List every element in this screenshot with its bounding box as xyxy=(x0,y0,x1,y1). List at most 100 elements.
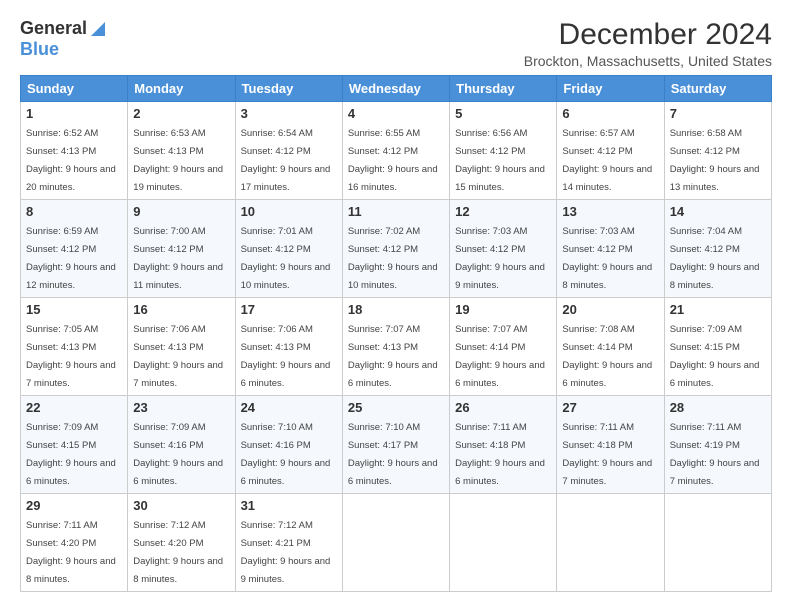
day-number: 31 xyxy=(241,498,337,513)
day-number: 17 xyxy=(241,302,337,317)
day-number: 26 xyxy=(455,400,551,415)
calendar-header-sunday: Sunday xyxy=(21,76,128,102)
day-info: Sunrise: 6:54 AMSunset: 4:12 PMDaylight:… xyxy=(241,128,331,193)
calendar-cell: 26 Sunrise: 7:11 AMSunset: 4:18 PMDaylig… xyxy=(450,396,557,494)
calendar-cell: 31 Sunrise: 7:12 AMSunset: 4:21 PMDaylig… xyxy=(235,494,342,592)
logo-text-general: General xyxy=(20,18,87,39)
calendar-header-thursday: Thursday xyxy=(450,76,557,102)
calendar-cell: 24 Sunrise: 7:10 AMSunset: 4:16 PMDaylig… xyxy=(235,396,342,494)
logo: General Blue xyxy=(20,18,107,60)
calendar-week-2: 8 Sunrise: 6:59 AMSunset: 4:12 PMDayligh… xyxy=(21,200,772,298)
calendar-cell: 27 Sunrise: 7:11 AMSunset: 4:18 PMDaylig… xyxy=(557,396,664,494)
day-number: 22 xyxy=(26,400,122,415)
day-info: Sunrise: 7:06 AMSunset: 4:13 PMDaylight:… xyxy=(241,324,331,389)
day-number: 15 xyxy=(26,302,122,317)
day-info: Sunrise: 6:56 AMSunset: 4:12 PMDaylight:… xyxy=(455,128,545,193)
day-number: 19 xyxy=(455,302,551,317)
day-info: Sunrise: 7:03 AMSunset: 4:12 PMDaylight:… xyxy=(455,226,545,291)
day-info: Sunrise: 7:12 AMSunset: 4:21 PMDaylight:… xyxy=(241,520,331,585)
calendar-header-row: SundayMondayTuesdayWednesdayThursdayFrid… xyxy=(21,76,772,102)
day-number: 14 xyxy=(670,204,766,219)
calendar-cell: 9 Sunrise: 7:00 AMSunset: 4:12 PMDayligh… xyxy=(128,200,235,298)
day-number: 30 xyxy=(133,498,229,513)
calendar-cell: 5 Sunrise: 6:56 AMSunset: 4:12 PMDayligh… xyxy=(450,102,557,200)
day-number: 29 xyxy=(26,498,122,513)
day-info: Sunrise: 7:12 AMSunset: 4:20 PMDaylight:… xyxy=(133,520,223,585)
calendar-week-5: 29 Sunrise: 7:11 AMSunset: 4:20 PMDaylig… xyxy=(21,494,772,592)
day-info: Sunrise: 7:09 AMSunset: 4:16 PMDaylight:… xyxy=(133,422,223,487)
day-info: Sunrise: 6:53 AMSunset: 4:13 PMDaylight:… xyxy=(133,128,223,193)
calendar-table: SundayMondayTuesdayWednesdayThursdayFrid… xyxy=(20,75,772,592)
page-title: December 2024 xyxy=(524,18,772,51)
calendar-cell: 28 Sunrise: 7:11 AMSunset: 4:19 PMDaylig… xyxy=(664,396,771,494)
calendar-header-wednesday: Wednesday xyxy=(342,76,449,102)
day-number: 27 xyxy=(562,400,658,415)
day-number: 16 xyxy=(133,302,229,317)
day-info: Sunrise: 6:52 AMSunset: 4:13 PMDaylight:… xyxy=(26,128,116,193)
calendar-cell: 19 Sunrise: 7:07 AMSunset: 4:14 PMDaylig… xyxy=(450,298,557,396)
page-container: General Blue December 2024 Brockton, Mas… xyxy=(0,0,792,602)
calendar-cell: 2 Sunrise: 6:53 AMSunset: 4:13 PMDayligh… xyxy=(128,102,235,200)
day-number: 24 xyxy=(241,400,337,415)
day-number: 8 xyxy=(26,204,122,219)
calendar-cell: 23 Sunrise: 7:09 AMSunset: 4:16 PMDaylig… xyxy=(128,396,235,494)
calendar-cell: 18 Sunrise: 7:07 AMSunset: 4:13 PMDaylig… xyxy=(342,298,449,396)
day-number: 2 xyxy=(133,106,229,121)
day-info: Sunrise: 7:03 AMSunset: 4:12 PMDaylight:… xyxy=(562,226,652,291)
page-subtitle: Brockton, Massachusetts, United States xyxy=(524,53,772,69)
calendar-cell: 20 Sunrise: 7:08 AMSunset: 4:14 PMDaylig… xyxy=(557,298,664,396)
day-number: 20 xyxy=(562,302,658,317)
day-number: 23 xyxy=(133,400,229,415)
day-number: 1 xyxy=(26,106,122,121)
calendar-cell xyxy=(342,494,449,592)
day-info: Sunrise: 7:05 AMSunset: 4:13 PMDaylight:… xyxy=(26,324,116,389)
calendar-cell: 15 Sunrise: 7:05 AMSunset: 4:13 PMDaylig… xyxy=(21,298,128,396)
calendar-cell: 14 Sunrise: 7:04 AMSunset: 4:12 PMDaylig… xyxy=(664,200,771,298)
day-info: Sunrise: 7:09 AMSunset: 4:15 PMDaylight:… xyxy=(26,422,116,487)
day-info: Sunrise: 6:57 AMSunset: 4:12 PMDaylight:… xyxy=(562,128,652,193)
day-number: 18 xyxy=(348,302,444,317)
day-number: 28 xyxy=(670,400,766,415)
day-info: Sunrise: 7:00 AMSunset: 4:12 PMDaylight:… xyxy=(133,226,223,291)
logo-triangle-icon xyxy=(89,20,107,38)
calendar-header-saturday: Saturday xyxy=(664,76,771,102)
day-info: Sunrise: 6:55 AMSunset: 4:12 PMDaylight:… xyxy=(348,128,438,193)
day-number: 7 xyxy=(670,106,766,121)
calendar-cell: 29 Sunrise: 7:11 AMSunset: 4:20 PMDaylig… xyxy=(21,494,128,592)
day-info: Sunrise: 6:59 AMSunset: 4:12 PMDaylight:… xyxy=(26,226,116,291)
calendar-cell: 7 Sunrise: 6:58 AMSunset: 4:12 PMDayligh… xyxy=(664,102,771,200)
day-info: Sunrise: 7:01 AMSunset: 4:12 PMDaylight:… xyxy=(241,226,331,291)
calendar-cell: 22 Sunrise: 7:09 AMSunset: 4:15 PMDaylig… xyxy=(21,396,128,494)
day-info: Sunrise: 7:11 AMSunset: 4:19 PMDaylight:… xyxy=(670,422,760,487)
day-number: 13 xyxy=(562,204,658,219)
calendar-header-tuesday: Tuesday xyxy=(235,76,342,102)
day-info: Sunrise: 7:10 AMSunset: 4:16 PMDaylight:… xyxy=(241,422,331,487)
calendar-cell: 25 Sunrise: 7:10 AMSunset: 4:17 PMDaylig… xyxy=(342,396,449,494)
day-number: 3 xyxy=(241,106,337,121)
title-block: December 2024 Brockton, Massachusetts, U… xyxy=(524,18,772,69)
day-number: 5 xyxy=(455,106,551,121)
calendar-cell: 10 Sunrise: 7:01 AMSunset: 4:12 PMDaylig… xyxy=(235,200,342,298)
calendar-week-3: 15 Sunrise: 7:05 AMSunset: 4:13 PMDaylig… xyxy=(21,298,772,396)
calendar-cell: 12 Sunrise: 7:03 AMSunset: 4:12 PMDaylig… xyxy=(450,200,557,298)
day-info: Sunrise: 7:09 AMSunset: 4:15 PMDaylight:… xyxy=(670,324,760,389)
day-info: Sunrise: 7:11 AMSunset: 4:20 PMDaylight:… xyxy=(26,520,116,585)
calendar-header-friday: Friday xyxy=(557,76,664,102)
calendar-cell: 17 Sunrise: 7:06 AMSunset: 4:13 PMDaylig… xyxy=(235,298,342,396)
day-info: Sunrise: 7:07 AMSunset: 4:13 PMDaylight:… xyxy=(348,324,438,389)
calendar-cell: 4 Sunrise: 6:55 AMSunset: 4:12 PMDayligh… xyxy=(342,102,449,200)
calendar-cell: 21 Sunrise: 7:09 AMSunset: 4:15 PMDaylig… xyxy=(664,298,771,396)
day-info: Sunrise: 7:11 AMSunset: 4:18 PMDaylight:… xyxy=(455,422,545,487)
calendar-week-1: 1 Sunrise: 6:52 AMSunset: 4:13 PMDayligh… xyxy=(21,102,772,200)
calendar-cell: 30 Sunrise: 7:12 AMSunset: 4:20 PMDaylig… xyxy=(128,494,235,592)
calendar-cell: 1 Sunrise: 6:52 AMSunset: 4:13 PMDayligh… xyxy=(21,102,128,200)
calendar-cell: 3 Sunrise: 6:54 AMSunset: 4:12 PMDayligh… xyxy=(235,102,342,200)
day-number: 21 xyxy=(670,302,766,317)
calendar-week-4: 22 Sunrise: 7:09 AMSunset: 4:15 PMDaylig… xyxy=(21,396,772,494)
day-info: Sunrise: 7:11 AMSunset: 4:18 PMDaylight:… xyxy=(562,422,652,487)
day-info: Sunrise: 7:06 AMSunset: 4:13 PMDaylight:… xyxy=(133,324,223,389)
day-info: Sunrise: 7:08 AMSunset: 4:14 PMDaylight:… xyxy=(562,324,652,389)
day-number: 4 xyxy=(348,106,444,121)
day-info: Sunrise: 7:07 AMSunset: 4:14 PMDaylight:… xyxy=(455,324,545,389)
day-info: Sunrise: 7:04 AMSunset: 4:12 PMDaylight:… xyxy=(670,226,760,291)
